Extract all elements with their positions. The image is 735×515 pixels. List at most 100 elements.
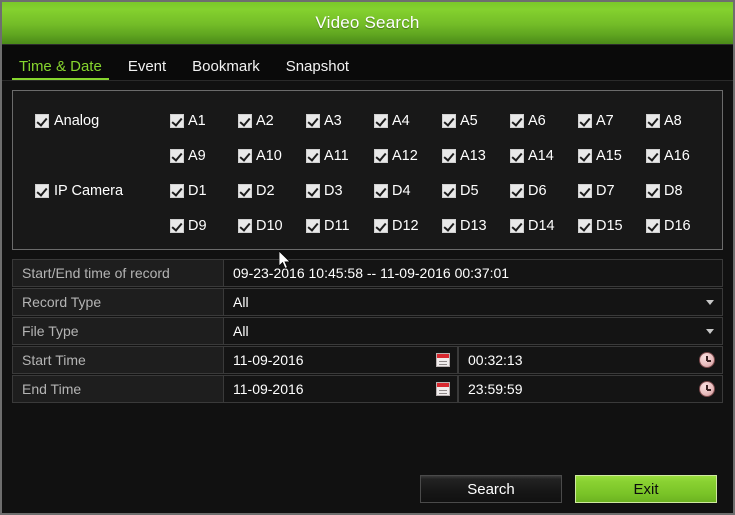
- checkbox-icon[interactable]: [306, 218, 320, 233]
- checkbox-d10[interactable]: D10: [238, 218, 306, 234]
- checkbox-a6[interactable]: A6: [510, 113, 578, 129]
- checkbox-a16[interactable]: A16: [646, 148, 714, 164]
- calendar-icon[interactable]: [436, 382, 450, 396]
- checkbox-d16[interactable]: D16: [646, 218, 714, 234]
- checkbox-icon[interactable]: [374, 148, 388, 163]
- checkbox-icon[interactable]: [578, 148, 592, 163]
- label-end-time: End Time: [12, 375, 224, 403]
- checkbox-icon[interactable]: [578, 183, 592, 198]
- chevron-down-icon[interactable]: [706, 300, 714, 305]
- dropdown-file-type[interactable]: All: [224, 317, 723, 345]
- checkbox-a1[interactable]: A1: [170, 113, 238, 129]
- tab-time-and-date[interactable]: Time & Date: [8, 58, 113, 80]
- camera-selection-panel: Analog A1 A2 A3 A4 A5 A6 A7 A8 A9 A10 A1…: [12, 90, 723, 250]
- checkbox-icon[interactable]: [442, 183, 456, 198]
- checkbox-icon[interactable]: [578, 113, 592, 128]
- checkbox-icon[interactable]: [578, 218, 592, 233]
- checkbox-icon[interactable]: [35, 113, 49, 128]
- checkbox-icon[interactable]: [510, 148, 524, 163]
- checkbox-a9[interactable]: A9: [170, 148, 238, 164]
- checkbox-icon[interactable]: [374, 183, 388, 198]
- checkbox-icon[interactable]: [170, 113, 184, 128]
- checkbox-icon[interactable]: [306, 113, 320, 128]
- checkbox-d12[interactable]: D12: [374, 218, 442, 234]
- start-date-field[interactable]: 11-09-2016: [224, 346, 458, 374]
- checkbox-a5[interactable]: A5: [442, 113, 510, 129]
- checkbox-a13[interactable]: A13: [442, 148, 510, 164]
- checkbox-icon[interactable]: [238, 183, 252, 198]
- checkbox-a15[interactable]: A15: [578, 148, 646, 164]
- checkbox-icon[interactable]: [442, 218, 456, 233]
- tab-snapshot[interactable]: Snapshot: [275, 58, 360, 80]
- checkbox-d8[interactable]: D8: [646, 183, 714, 199]
- exit-button[interactable]: Exit: [575, 475, 717, 503]
- end-time-field[interactable]: 23:59:59: [458, 375, 723, 403]
- checkbox-icon[interactable]: [306, 148, 320, 163]
- checkbox-icon[interactable]: [510, 183, 524, 198]
- checkbox-a3[interactable]: A3: [306, 113, 374, 129]
- checkbox-icon[interactable]: [306, 183, 320, 198]
- checkbox-icon[interactable]: [170, 148, 184, 163]
- checkbox-a7[interactable]: A7: [578, 113, 646, 129]
- checkbox-d7[interactable]: D7: [578, 183, 646, 199]
- clock-icon[interactable]: [699, 352, 715, 368]
- start-time-field[interactable]: 00:32:13: [458, 346, 723, 374]
- calendar-icon[interactable]: [436, 353, 450, 367]
- checkbox-label: D10: [256, 217, 283, 234]
- checkbox-icon[interactable]: [646, 218, 660, 233]
- checkbox-icon[interactable]: [442, 113, 456, 128]
- checkbox-d15[interactable]: D15: [578, 218, 646, 234]
- checkbox-label: A14: [528, 147, 554, 164]
- window-titlebar: Video Search: [2, 2, 733, 45]
- search-button[interactable]: Search: [420, 475, 562, 503]
- label-file-type: File Type: [12, 317, 224, 345]
- checkbox-icon[interactable]: [35, 183, 49, 198]
- checkbox-label: D9: [188, 217, 207, 234]
- tabbar: Time & Date Event Bookmark Snapshot: [2, 45, 733, 81]
- checkbox-icon[interactable]: [374, 218, 388, 233]
- checkbox-icon[interactable]: [646, 113, 660, 128]
- checkbox-a2[interactable]: A2: [238, 113, 306, 129]
- checkbox-a8[interactable]: A8: [646, 113, 714, 129]
- checkbox-icon[interactable]: [374, 113, 388, 128]
- checkbox-icon[interactable]: [238, 113, 252, 128]
- chevron-down-icon[interactable]: [706, 329, 714, 334]
- checkbox-icon[interactable]: [510, 218, 524, 233]
- checkbox-icon[interactable]: [238, 218, 252, 233]
- checkbox-d5[interactable]: D5: [442, 183, 510, 199]
- checkbox-icon[interactable]: [170, 183, 184, 198]
- checkbox-d2[interactable]: D2: [238, 183, 306, 199]
- checkbox-label: A3: [324, 112, 342, 129]
- checkbox-icon[interactable]: [646, 183, 660, 198]
- checkbox-a12[interactable]: A12: [374, 148, 442, 164]
- checkbox-ip-camera-group[interactable]: IP Camera: [21, 183, 170, 199]
- checkbox-icon[interactable]: [510, 113, 524, 128]
- checkbox-label: A7: [596, 112, 614, 129]
- checkbox-icon[interactable]: [442, 148, 456, 163]
- checkbox-d11[interactable]: D11: [306, 218, 374, 234]
- dialog-content: Analog A1 A2 A3 A4 A5 A6 A7 A8 A9 A10 A1…: [2, 81, 733, 513]
- checkbox-d6[interactable]: D6: [510, 183, 578, 199]
- checkbox-d1[interactable]: D1: [170, 183, 238, 199]
- checkbox-d14[interactable]: D14: [510, 218, 578, 234]
- checkbox-label: D3: [324, 182, 343, 199]
- dropdown-record-type[interactable]: All: [224, 288, 723, 316]
- checkbox-label: D7: [596, 182, 615, 199]
- checkbox-d3[interactable]: D3: [306, 183, 374, 199]
- checkbox-a11[interactable]: A11: [306, 148, 374, 164]
- checkbox-a14[interactable]: A14: [510, 148, 578, 164]
- checkbox-icon[interactable]: [646, 148, 660, 163]
- checkbox-icon[interactable]: [170, 218, 184, 233]
- tab-bookmark[interactable]: Bookmark: [181, 58, 271, 80]
- end-date-field[interactable]: 11-09-2016: [224, 375, 458, 403]
- checkbox-d13[interactable]: D13: [442, 218, 510, 234]
- value-end-time: 23:59:59: [468, 381, 523, 397]
- checkbox-a4[interactable]: A4: [374, 113, 442, 129]
- checkbox-icon[interactable]: [238, 148, 252, 163]
- tab-event[interactable]: Event: [117, 58, 177, 80]
- checkbox-d9[interactable]: D9: [170, 218, 238, 234]
- checkbox-analog-group[interactable]: Analog: [21, 113, 170, 129]
- checkbox-d4[interactable]: D4: [374, 183, 442, 199]
- checkbox-a10[interactable]: A10: [238, 148, 306, 164]
- clock-icon[interactable]: [699, 381, 715, 397]
